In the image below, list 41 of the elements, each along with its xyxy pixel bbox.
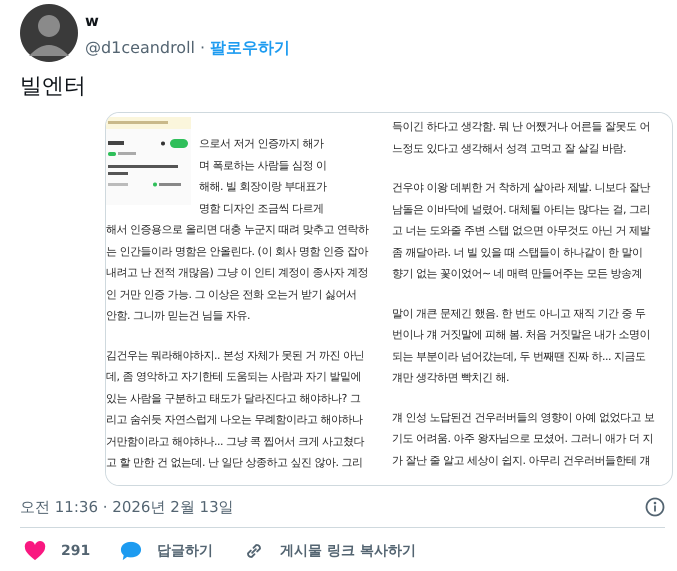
image-text-line: 득이긴 하다고 생각함. 뭐 난 어쨌거나 어른들 잘못도 어	[392, 119, 651, 135]
action-label[interactable]: 291	[61, 543, 90, 559]
image-text-line: 고 할 만한 건 없는데. 난 일단 상종하고 싶진 않아. 그리	[106, 455, 364, 471]
image-text-line: 명함 디자인 조금씩 다르게	[199, 200, 324, 216]
speech-bubble-icon[interactable]	[120, 540, 142, 562]
image-text-line: 걔 인성 노답된건 건우러버들의 영향이 아예 없었다고 보	[392, 410, 656, 426]
image-text-line: 걔만 생각하면 빡치긴 해.	[392, 370, 510, 386]
image-text-line: 좀 깨달아라. 너 빌 있을 때 스탭들이 하나같이 한 말이	[392, 244, 644, 260]
image-text-line: 내려고 난 전적 개많음) 그냥 이 인티 계정이 종사자 계정	[106, 265, 369, 281]
image-text-line: 해서 인증용으로 올리면 대충 누군지 때려 맞추고 연락하	[106, 222, 370, 238]
heart-icon[interactable]	[24, 540, 46, 562]
image-text-line: 번이나 걔 거짓말에 피해 봄. 처음 거짓말은 내가 소명이	[392, 327, 651, 343]
author-name[interactable]: w	[85, 12, 290, 30]
image-text-line: 남돌은 이바닥에 널렸어. 대체될 아티는 많다는 걸, 그리	[392, 202, 651, 218]
image-text-line: 말이 개큰 문제긴 했음. 한 번도 아니고 재직 기간 중 두	[392, 306, 646, 322]
image-text-line: 향기 없는 꽃이었어~ 네 매력 만들어주는 모든 방송계	[392, 266, 644, 282]
timestamp[interactable]: 오전 11:36 · 2026년 2월 13일	[20, 498, 234, 516]
image-text-line: 김건우는 뭐라해야하지.. 본성 자체가 못된 거 까진 아닌	[106, 348, 365, 364]
image-text-line: 며 폭로하는 사람들 심정 이	[199, 158, 326, 174]
image-text-line: 고 너는 도와줄 주변 스탭 없으면 아무것도 아닌 거 제발	[392, 223, 652, 239]
avatar[interactable]	[20, 4, 78, 62]
image-text-line: 안함. 그니까 믿는건 님들 자유.	[106, 308, 251, 324]
separator: ·	[200, 38, 206, 57]
info-icon[interactable]	[645, 497, 665, 517]
image-text-line: 기도 어려움. 아주 왕자님으로 모셨어. 그러니 애가 더 지	[392, 431, 654, 447]
image-text-line: 으로서 저거 인증까지 해가	[199, 136, 325, 152]
image-text-line: 가 잘난 줄 알고 세상이 쉽지. 아무리 건우러버들한테 걔	[392, 452, 651, 468]
action-label[interactable]: 답글하기	[157, 542, 214, 560]
image-text-line: 리고 숨쉬듯 자연스럽게 나오는 무례함이라고 해야하나	[106, 412, 364, 428]
action-label[interactable]: 게시물 링크 복사하기	[280, 542, 416, 560]
image-text-line: 는 인간들이라 명함은 안올린다. (이 회사 명함 인증 잡아	[106, 244, 370, 260]
post-text: 빌엔터	[20, 73, 87, 101]
image-text-line: 되는 부분이라 넘어갔는데, 두 번째땐 진짜 하... 지금도	[392, 348, 646, 364]
image-text-line: 거만함이라고 해야하나... 그냥 콕 찝어서 크게 사고쳤다	[106, 434, 366, 450]
image-text-line: 해해. 빌 회장이랑 부대표가	[199, 179, 326, 195]
image-text-line: 느정도 있다고 생각해서 성격 고먹고 잘 살길 바람.	[392, 140, 627, 156]
image-text-line: 건우야 이왕 데뷔한 거 착하게 살아라 제발. 니보다 잘난	[392, 180, 652, 196]
image-text-line: 인 거만 인증 가능. 그 이상은 전화 오는거 받기 싫어서	[106, 286, 358, 302]
image-text-line: 있는 사람을 구분하고 태도가 달라진다고 해야하나? 그	[106, 390, 362, 406]
author-handle[interactable]: @d1ceandroll	[85, 38, 195, 57]
image-text-line: 데, 좀 영악하고 자기한테 도움되는 사람과 자기 발밑에	[106, 369, 362, 385]
